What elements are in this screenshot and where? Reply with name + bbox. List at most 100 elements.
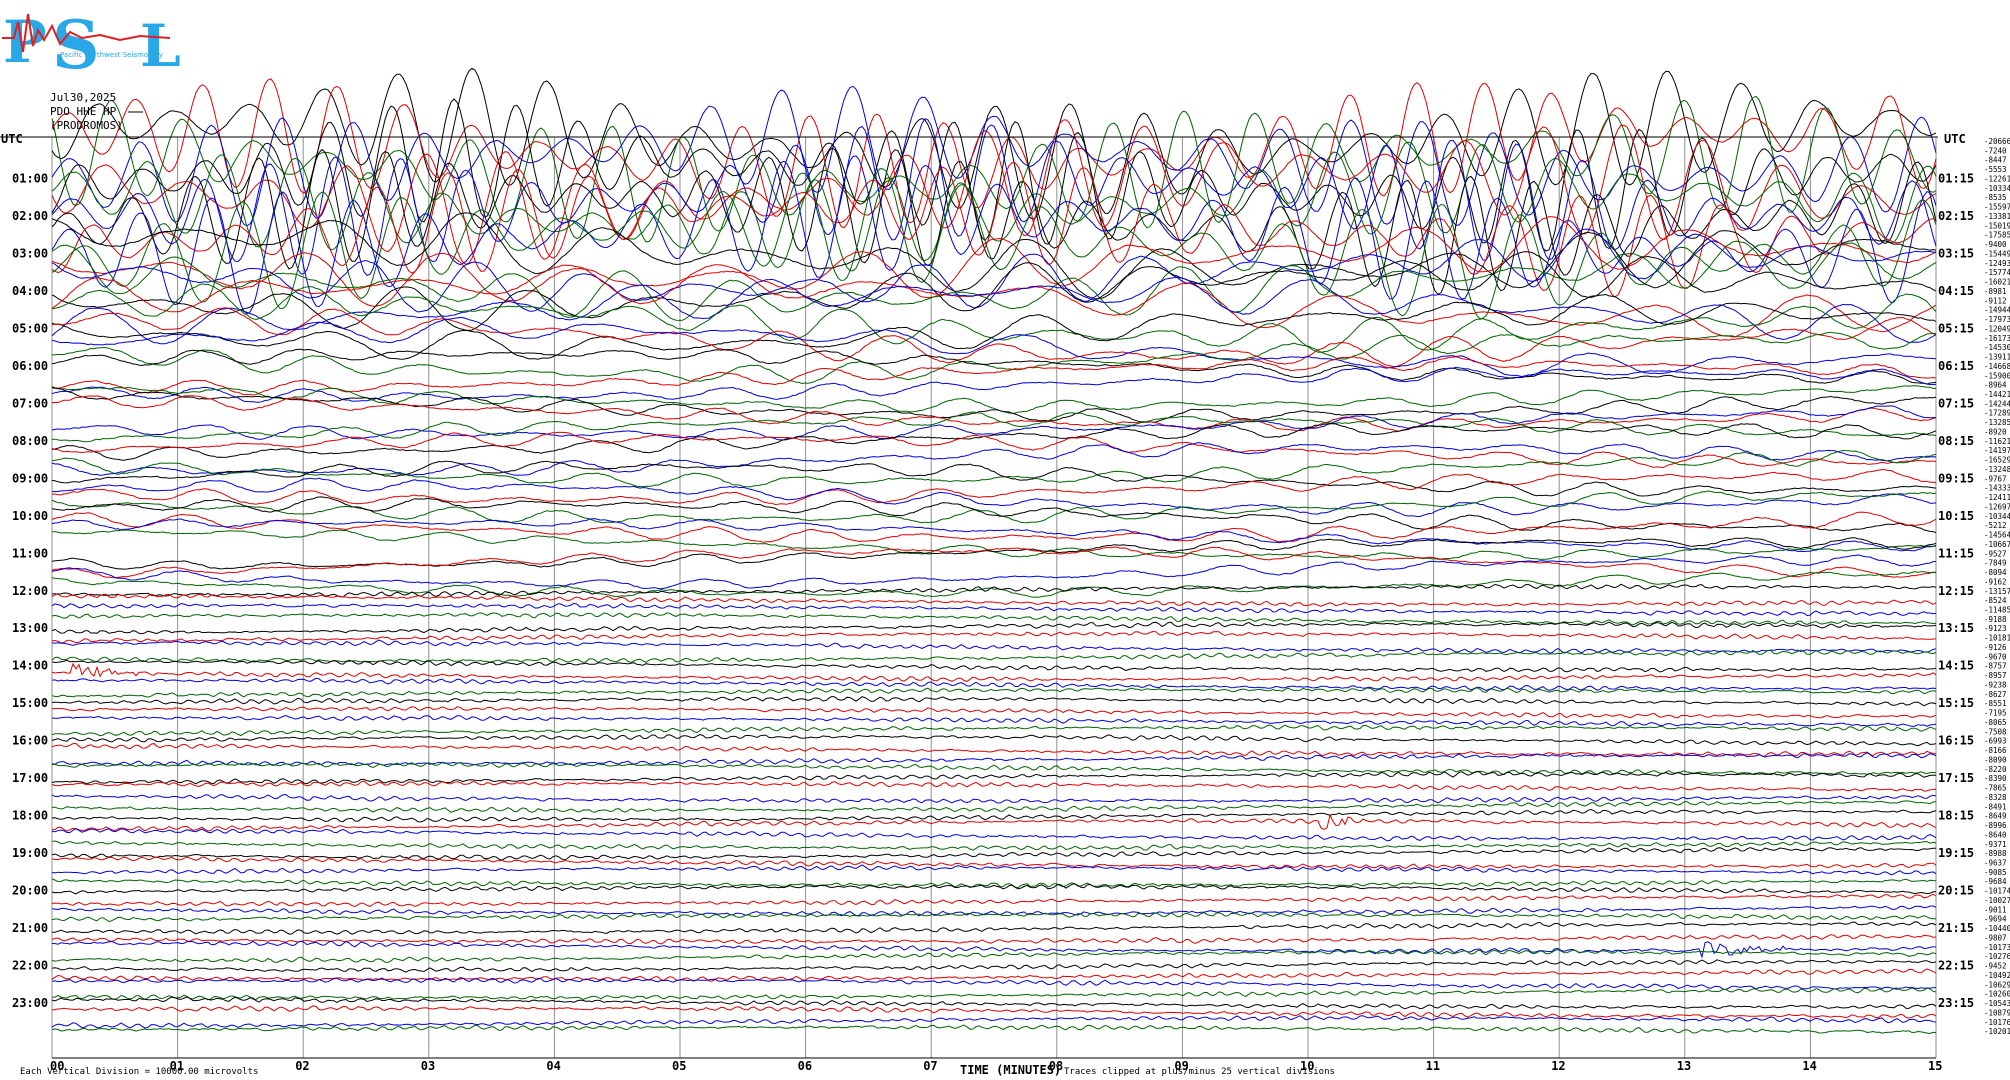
trace-value-label: -11485 [1984, 606, 2010, 615]
hour-label-right: 02:15 [1938, 209, 1974, 223]
seismic-trace [51, 733, 1937, 747]
trace-value-label: -7508 [1984, 727, 2007, 736]
hour-label-right: 15:15 [1938, 696, 1974, 710]
trace-value-label: -12049 [1984, 324, 2010, 333]
trace-value-label: -10276 [1984, 952, 2010, 961]
seismic-trace [51, 813, 1937, 832]
seismic-trace [51, 987, 1937, 1001]
trace-value-label: -10344 [1984, 512, 2010, 521]
trace-value-label: -16173 [1984, 334, 2010, 343]
seismic-trace [51, 695, 1937, 707]
trace-value-label: -10667 [1984, 540, 2010, 549]
psl-logo: P S L Pacific Northwest Seismology [2, 6, 181, 84]
seismic-trace [51, 977, 1936, 991]
hour-label-left: 22:00 [12, 959, 48, 973]
hour-label-left: 21:00 [12, 921, 48, 935]
footer-clip-note: Traces clipped at plus/minus 25 vertical… [1064, 1067, 1335, 1077]
seismic-trace [51, 808, 1937, 823]
trace-value-label: -8094 [1984, 568, 2007, 577]
trace-value-label: -9126 [1984, 643, 2007, 652]
trace-value-label: -14944 [1984, 306, 2010, 315]
x-tick-label: 03 [421, 1059, 435, 1073]
trace-value-label: -9123 [1984, 624, 2007, 633]
left-axis-title: UTC [1, 132, 23, 146]
trace-value-label: -14421 [1984, 390, 2010, 399]
left-hour-labels: 01:00 02:00 03:00 04:00 05:00 06:00 07:00 08:00… [12, 171, 48, 1010]
seismic-trace [51, 571, 1937, 598]
seismic-traces [51, 67, 1937, 1035]
time-gridlines [51, 137, 1937, 1058]
trace-value-label: -15019 [1984, 221, 2010, 230]
trace-value-label: -9371 [1984, 840, 2007, 849]
trace-value-label: -5212 [1984, 521, 2007, 530]
seismic-trace [51, 659, 1937, 673]
trace-value-label: -10027 [1984, 896, 2010, 905]
hour-label-left: 08:00 [12, 434, 48, 448]
x-tick-label: 11 [1426, 1059, 1440, 1073]
trace-value-label: -15900 [1984, 371, 2010, 380]
x-tick-label: 07 [923, 1059, 937, 1073]
trace-value-label: -16529 [1984, 456, 2010, 465]
trace-value-label: -8065 [1984, 718, 2007, 727]
trace-value-label: -9085 [1984, 868, 2007, 877]
hour-label-right: 11:15 [1938, 546, 1974, 560]
seismic-trace [51, 442, 1937, 476]
hour-label-right: 04:15 [1938, 284, 1974, 298]
trace-value-label: -9670 [1984, 652, 2007, 661]
hour-label-left: 10:00 [12, 509, 48, 523]
trace-value-label: -7240 [1984, 146, 2007, 155]
x-tick-label: 06 [798, 1059, 812, 1073]
trace-value-label: -8535 [1984, 193, 2007, 202]
trace-value-label: -7865 [1984, 784, 2007, 793]
trace-value-label: -10334 [1984, 184, 2010, 193]
trace-value-label: -13248 [1984, 465, 2010, 474]
trace-value-label: -10492 [1984, 971, 2010, 980]
hour-label-left: 06:00 [12, 359, 48, 373]
hour-label-left: 01:00 [12, 171, 48, 185]
trace-value-label: -13911 [1984, 353, 2010, 362]
seismic-trace [51, 794, 1937, 804]
trace-value-label: -12697 [1984, 502, 2010, 511]
trace-value-label: -10201 [1984, 1027, 2010, 1036]
hour-label-left: 09:00 [12, 471, 48, 485]
hour-label-right: 16:15 [1938, 734, 1974, 748]
seismic-trace [51, 996, 1937, 1010]
trace-value-label: -9527 [1984, 549, 2007, 558]
seismic-trace [51, 460, 1937, 497]
trace-value-label: -8627 [1984, 690, 2007, 699]
seismic-trace [51, 959, 1937, 973]
seismic-trace [51, 431, 1937, 469]
trace-value-label: -8988 [1984, 849, 2007, 858]
header-station: PDO HHE HP [50, 105, 117, 118]
x-tick-label: 12 [1551, 1059, 1565, 1073]
hour-label-right: 23:15 [1938, 996, 1974, 1010]
hour-label-right: 22:15 [1938, 959, 1974, 973]
seismic-trace [51, 847, 1936, 861]
trace-value-label: -15597 [1984, 203, 2010, 212]
seismic-trace [51, 386, 1937, 423]
trace-value-label: -14197 [1984, 446, 2010, 455]
seismogram-chart: 01:00 02:00 03:00 04:00 05:00 06:00 07:00 08:00… [0, 6, 2010, 1077]
trace-value-label: -9807 [1984, 933, 2007, 942]
trace-value-label: -9684 [1984, 877, 2007, 886]
trace-value-label: -9452 [1984, 962, 2007, 971]
trace-value-label: -8390 [1984, 774, 2007, 783]
seismic-trace [51, 949, 1937, 964]
seismic-trace [51, 878, 1937, 889]
hour-label-right: 10:15 [1938, 509, 1974, 523]
seismic-trace [51, 356, 1937, 396]
seismic-trace [51, 621, 1937, 635]
hour-label-right: 18:15 [1938, 809, 1974, 823]
trace-value-label: -10629 [1984, 980, 2010, 989]
right-axis-title: UTC [1944, 132, 1966, 146]
trace-value-label: -15449 [1984, 249, 2010, 258]
hour-label-left: 16:00 [12, 734, 48, 748]
hour-label-left: 15:00 [12, 696, 48, 710]
hour-label-right: 12:15 [1938, 584, 1974, 598]
logo-tagline: Pacific Northwest Seismology [60, 51, 163, 59]
x-tick-label: 14 [1802, 1059, 1816, 1073]
hour-label-right: 01:15 [1938, 171, 1974, 185]
hour-label-right: 06:15 [1938, 359, 1974, 373]
seismic-trace [51, 921, 1937, 935]
trace-value-label: -14530 [1984, 343, 2010, 352]
